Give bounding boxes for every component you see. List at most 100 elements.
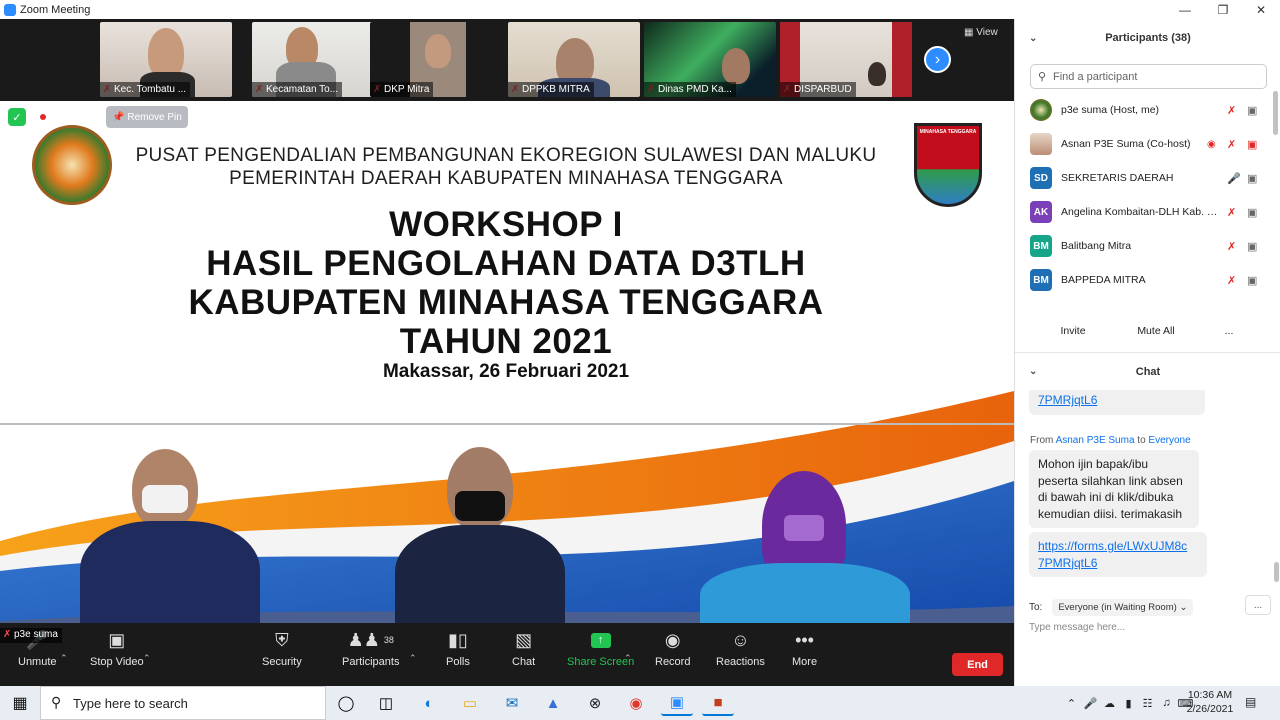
- remove-pin-button[interactable]: 📌 Remove Pin: [106, 106, 188, 128]
- polls-button[interactable]: ▮▯ Polls: [446, 628, 470, 669]
- video-thumbnail[interactable]: ✗ DPPKB MITRA: [508, 22, 640, 97]
- participant-name: BAPPEDA MITRA: [1061, 274, 1146, 286]
- to-label: To:: [1029, 602, 1043, 613]
- chat-link[interactable]: 7PMRjqtL6: [1038, 393, 1097, 407]
- security-button[interactable]: ⛨ Security: [262, 628, 302, 669]
- view-label: View: [976, 27, 998, 38]
- participant-row[interactable]: SD SEKRETARIS DAERAH 🎤 ▣: [1015, 161, 1273, 195]
- end-meeting-button[interactable]: End: [952, 653, 1003, 676]
- video-thumbnail[interactable]: ✗ DKP Mitra: [370, 22, 496, 97]
- chat-link[interactable]: https://forms.gle/LWxUJM8c: [1038, 539, 1187, 553]
- chevron-up-icon[interactable]: ⌃: [1062, 697, 1081, 710]
- video-on-icon[interactable]: ▣: [1247, 274, 1257, 287]
- participant-row[interactable]: BM Balitbang Mitra ✗ ▣: [1015, 229, 1273, 263]
- cortana-icon[interactable]: ◯: [330, 690, 362, 716]
- video-options-caret-icon[interactable]: ⌃: [143, 653, 151, 664]
- restore-icon[interactable]: ❐: [1204, 0, 1242, 19]
- record-button[interactable]: ◉ Record: [655, 628, 691, 669]
- slide-title-line-4: TAHUN 2021: [399, 322, 613, 361]
- invite-button[interactable]: Invite: [1051, 321, 1095, 341]
- chat-scrollbar[interactable]: [1274, 562, 1279, 582]
- more-button[interactable]: ••• More: [792, 628, 817, 669]
- participant-row[interactable]: AK Angelina Kombaitan-DLH Kab. Mi... ✗ ▣: [1015, 195, 1273, 229]
- taskbar-clock[interactable]: 10:36 AM 2/26/2021: [1180, 688, 1240, 716]
- zoom-taskbar-icon[interactable]: ▣: [661, 690, 693, 716]
- record-label: Record: [655, 656, 691, 668]
- participants-scrollbar[interactable]: [1273, 91, 1278, 135]
- collapse-chevron-icon[interactable]: ⌄: [1029, 33, 1037, 44]
- sender-name[interactable]: Asnan P3E Suma: [1056, 435, 1135, 446]
- participants-more-button[interactable]: ...: [1219, 321, 1239, 341]
- chat-button[interactable]: ▧ Chat: [512, 628, 535, 669]
- participant-search-input[interactable]: ⚲ Find a participant: [1030, 64, 1267, 89]
- minimize-icon[interactable]: —: [1166, 0, 1204, 19]
- participant-row[interactable]: Asnan P3E Suma (Co-host) ◉ ✗ ▣: [1015, 127, 1273, 161]
- window-controls: — ❐ ✕: [1166, 0, 1280, 19]
- muted-mic-icon: ✗: [3, 629, 12, 640]
- collapse-chevron-icon[interactable]: ⌄: [1029, 366, 1037, 377]
- chat-more-button[interactable]: ...: [1245, 595, 1271, 615]
- view-button[interactable]: ▦ View: [964, 27, 998, 38]
- video-on-icon[interactable]: ▣: [1247, 104, 1257, 117]
- participants-button[interactable]: ♟♟ 38 Participants: [342, 628, 400, 669]
- mic-icon[interactable]: 🎤: [1227, 172, 1241, 185]
- participants-options-caret-icon[interactable]: ⌃: [409, 653, 417, 664]
- chat-link[interactable]: 7PMRjqtL6: [1038, 556, 1097, 570]
- video-thumbnail[interactable]: ✗ Kecamatan To...: [252, 22, 384, 97]
- app-icon[interactable]: ▲: [537, 690, 569, 716]
- participant-row[interactable]: p3e suma (Host, me) ✗ ▣: [1015, 93, 1273, 127]
- thumbnail-name: Kecamatan To...: [252, 82, 343, 97]
- video-off-icon[interactable]: ▣: [1247, 138, 1257, 151]
- polls-label: Polls: [446, 656, 470, 668]
- muted-mic-icon[interactable]: ✗: [1227, 240, 1236, 253]
- video-on-icon[interactable]: ▣: [1247, 206, 1257, 219]
- clock-date: 2/26/2021: [1186, 703, 1234, 715]
- chat-message-input[interactable]: Type message here...: [1029, 622, 1125, 633]
- stop-video-button[interactable]: ▣ Stop Video: [90, 628, 144, 669]
- encryption-shield-icon[interactable]: ✓: [8, 108, 26, 126]
- next-page-icon[interactable]: ›: [924, 46, 951, 73]
- muted-mic-icon[interactable]: ✗: [1227, 206, 1236, 219]
- share-screen-icon: ↑: [590, 628, 611, 652]
- thumbnail-name: DISPARBUD: [780, 82, 856, 97]
- edge-icon[interactable]: ◐: [413, 690, 445, 716]
- participant-row[interactable]: BM BAPPEDA MITRA ✗ ▣: [1015, 263, 1273, 297]
- xbox-icon[interactable]: ⊗: [579, 690, 611, 716]
- close-icon[interactable]: ✕: [1242, 0, 1280, 19]
- share-options-caret-icon[interactable]: ⌃: [624, 653, 632, 664]
- mute-all-button[interactable]: Mute All: [1129, 321, 1183, 341]
- more-dots-icon: •••: [795, 629, 814, 650]
- task-view-icon[interactable]: ◫: [370, 690, 402, 716]
- speaker-left: [70, 449, 270, 642]
- powerpoint-icon[interactable]: ■: [702, 690, 734, 716]
- muted-mic-icon[interactable]: ✗: [1227, 138, 1236, 151]
- reactions-button[interactable]: ☺ Reactions: [716, 628, 765, 669]
- muted-mic-icon[interactable]: ✗: [1227, 274, 1236, 287]
- video-camera-icon: ▣: [108, 629, 126, 650]
- chat-sender-line: From Asnan P3E Suma to Everyone: [1030, 435, 1191, 446]
- video-thumbnail[interactable]: ✗ DISPARBUD: [780, 22, 912, 97]
- onedrive-icon[interactable]: ☁: [1100, 697, 1119, 710]
- video-on-icon[interactable]: ▣: [1247, 240, 1257, 253]
- muted-mic-icon[interactable]: ✗: [1227, 104, 1236, 117]
- notifications-icon[interactable]: ▤: [1245, 695, 1261, 709]
- volume-icon[interactable]: ♫: [1157, 697, 1176, 709]
- mail-icon[interactable]: ✉: [496, 690, 528, 716]
- recipient-dropdown[interactable]: Everyone (in Waiting Room) ⌄: [1052, 599, 1194, 616]
- network-icon[interactable]: ☷: [1138, 697, 1157, 710]
- reactions-icon: ☺: [731, 629, 750, 650]
- video-thumbnail[interactable]: ✗ Dinas PMD Ka...: [644, 22, 776, 97]
- battery-icon[interactable]: ▮: [1119, 697, 1138, 710]
- recipient-value: Everyone (in Waiting Room): [1058, 602, 1177, 613]
- file-explorer-icon[interactable]: ▭: [454, 690, 486, 716]
- audio-options-caret-icon[interactable]: ⌃: [60, 653, 68, 664]
- mic-icon[interactable]: 🎤: [1081, 697, 1100, 710]
- video-thumbnail[interactable]: ✗ Kec. Tombatu ...: [100, 22, 232, 97]
- thumbnail-name: DPPKB MITRA: [508, 82, 594, 97]
- taskbar-search-input[interactable]: ⚲ Type here to search: [40, 686, 326, 720]
- participants-label: Participants: [342, 656, 400, 668]
- recording-indicator-icon: [38, 112, 48, 122]
- chrome-icon[interactable]: ◉: [620, 690, 652, 716]
- video-on-icon[interactable]: ▣: [1247, 172, 1257, 185]
- windows-start-icon[interactable]: ▦: [0, 686, 40, 720]
